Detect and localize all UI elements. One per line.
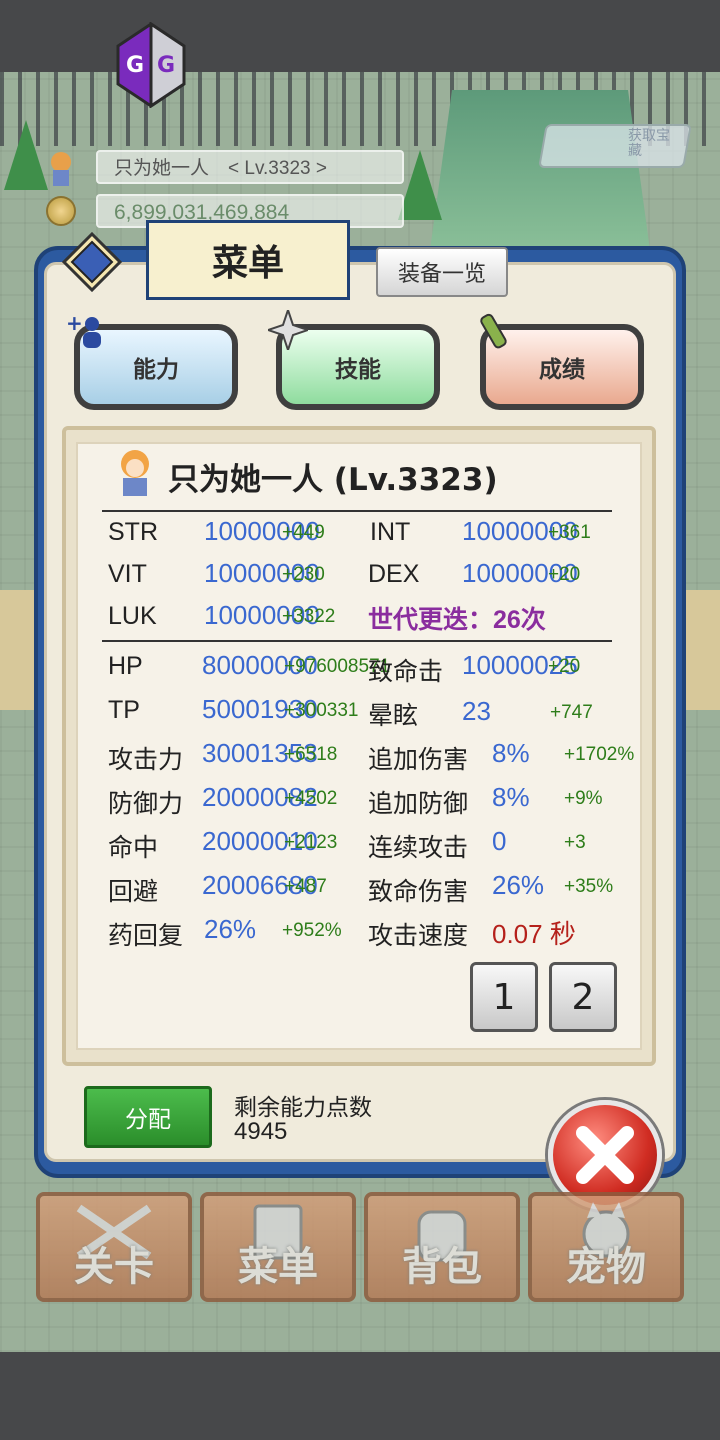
stat-label-vit: VIT [108,560,147,588]
stat-label-int: INT [370,518,411,546]
stat-bonus-attack: +6518 [284,744,338,765]
character-name: 只为她一人 (Lv.3323) [168,462,498,498]
stat-label-evasion: 回避 [108,878,159,906]
remaining-points-label: 剩余能力点数 [234,1095,372,1121]
nav-menu-button[interactable]: 菜单 [200,1192,356,1302]
stat-bonus-stun: +747 [550,702,593,723]
nav-bag-label: 背包 [402,1244,482,1290]
generation-count: 世代更迭：26次 [368,606,546,634]
stat-bonus-dex: +20 [548,564,581,585]
treasure-banner-label: 获取宝藏 [628,127,670,158]
stat-label-extra-defense: 追加防御 [368,790,469,818]
stat-bonus-defense: +4502 [284,788,338,809]
stat-label-luk: LUK [108,602,157,630]
book-icon [62,232,122,292]
stat-value-combo-attack: 0 [492,826,507,856]
stat-bonus-luk: +3322 [282,606,336,627]
stat-value-extra-defense: 8% [492,782,530,812]
stat-value-attack-speed: 0.07 秒 [492,919,576,949]
background-tree [4,120,48,190]
stat-label-critical-damage: 致命伤害 [368,878,469,906]
gold-coin-icon [46,196,76,226]
stat-bonus-extra-damage: +1702% [564,744,635,765]
stat-bonus-potion-recovery: +952% [282,920,342,941]
page-button-2[interactable]: 2 [549,962,617,1032]
gg-logo-icon[interactable]: G G [116,22,186,108]
svg-text:G: G [157,53,175,78]
nav-bag-button[interactable]: 背包 [364,1192,520,1302]
page-button-1[interactable]: 1 [470,962,538,1032]
background-tree [398,150,442,220]
stat-bonus-str: +449 [282,522,325,543]
stat-label-potion-recovery: 药回复 [108,922,184,950]
divider [102,510,612,512]
stat-label-tp: TP [108,696,140,724]
stat-bonus-int: +361 [548,522,591,543]
stat-bonus-vit: +230 [282,564,325,585]
stat-label-defense: 防御力 [108,790,184,818]
stat-bonus-combo-attack: +3 [564,832,586,853]
equipment-list-button[interactable]: 装备一览 [376,247,508,297]
stat-bonus-extra-defense: +9% [564,788,603,809]
nav-pet-label: 宠物 [566,1244,646,1290]
stat-bonus-accuracy: +2123 [284,832,338,853]
stat-label-extra-damage: 追加伤害 [368,746,469,774]
stat-bonus-critical-damage: +35% [564,876,614,897]
stat-label-stun: 晕眩 [368,702,419,730]
scroll-icon [480,313,507,349]
stat-value-critical-damage: 26% [492,870,545,900]
system-nav-bar [0,1352,720,1440]
stat-label-critical: 致命击 [368,658,444,686]
menu-title-tab[interactable]: 菜单 [146,220,350,300]
svg-text:G: G [126,53,144,78]
character-portrait-icon [121,450,149,496]
stat-value-extra-damage: 8% [492,738,530,768]
stat-value-stun: 23 [462,696,491,726]
nav-pet-button[interactable]: 宠物 [528,1192,684,1302]
stat-label-hp: HP [108,652,143,680]
remaining-points-value: 4945 [234,1118,288,1145]
stat-bonus-critical: +20 [548,656,581,677]
player-avatar-icon [51,152,71,186]
nav-menu-label: 菜单 [238,1244,318,1290]
tab-achievement-label: 成绩 [539,357,585,383]
stat-label-accuracy: 命中 [108,834,159,862]
stat-bonus-evasion: +487 [284,876,327,897]
player-level-bar: 只为她一人 < Lv.3323 > [96,150,404,184]
nav-stage-label: 关卡 [74,1244,154,1290]
background-path [430,90,650,250]
stat-label-str: STR [108,518,158,546]
svg-text:+: + [66,312,83,335]
stat-label-attack: 攻击力 [108,746,184,774]
allocate-button[interactable]: 分配 [84,1086,212,1148]
stat-value-potion-recovery: 26% [204,914,257,944]
stat-label-combo-attack: 连续攻击 [368,834,469,862]
tab-skill-label: 技能 [335,357,381,383]
system-status-bar [0,0,720,72]
divider [102,640,612,642]
tab-ability-label: 能力 [133,357,179,383]
sparkle-icon [268,310,308,350]
stat-label-attack-speed: 攻击速度 [368,922,469,950]
nav-stage-button[interactable]: 关卡 [36,1192,192,1302]
close-icon [576,1126,634,1184]
stat-label-dex: DEX [368,560,420,588]
add-user-icon: + [66,312,101,348]
stat-bonus-tp: +300331 [284,700,359,721]
